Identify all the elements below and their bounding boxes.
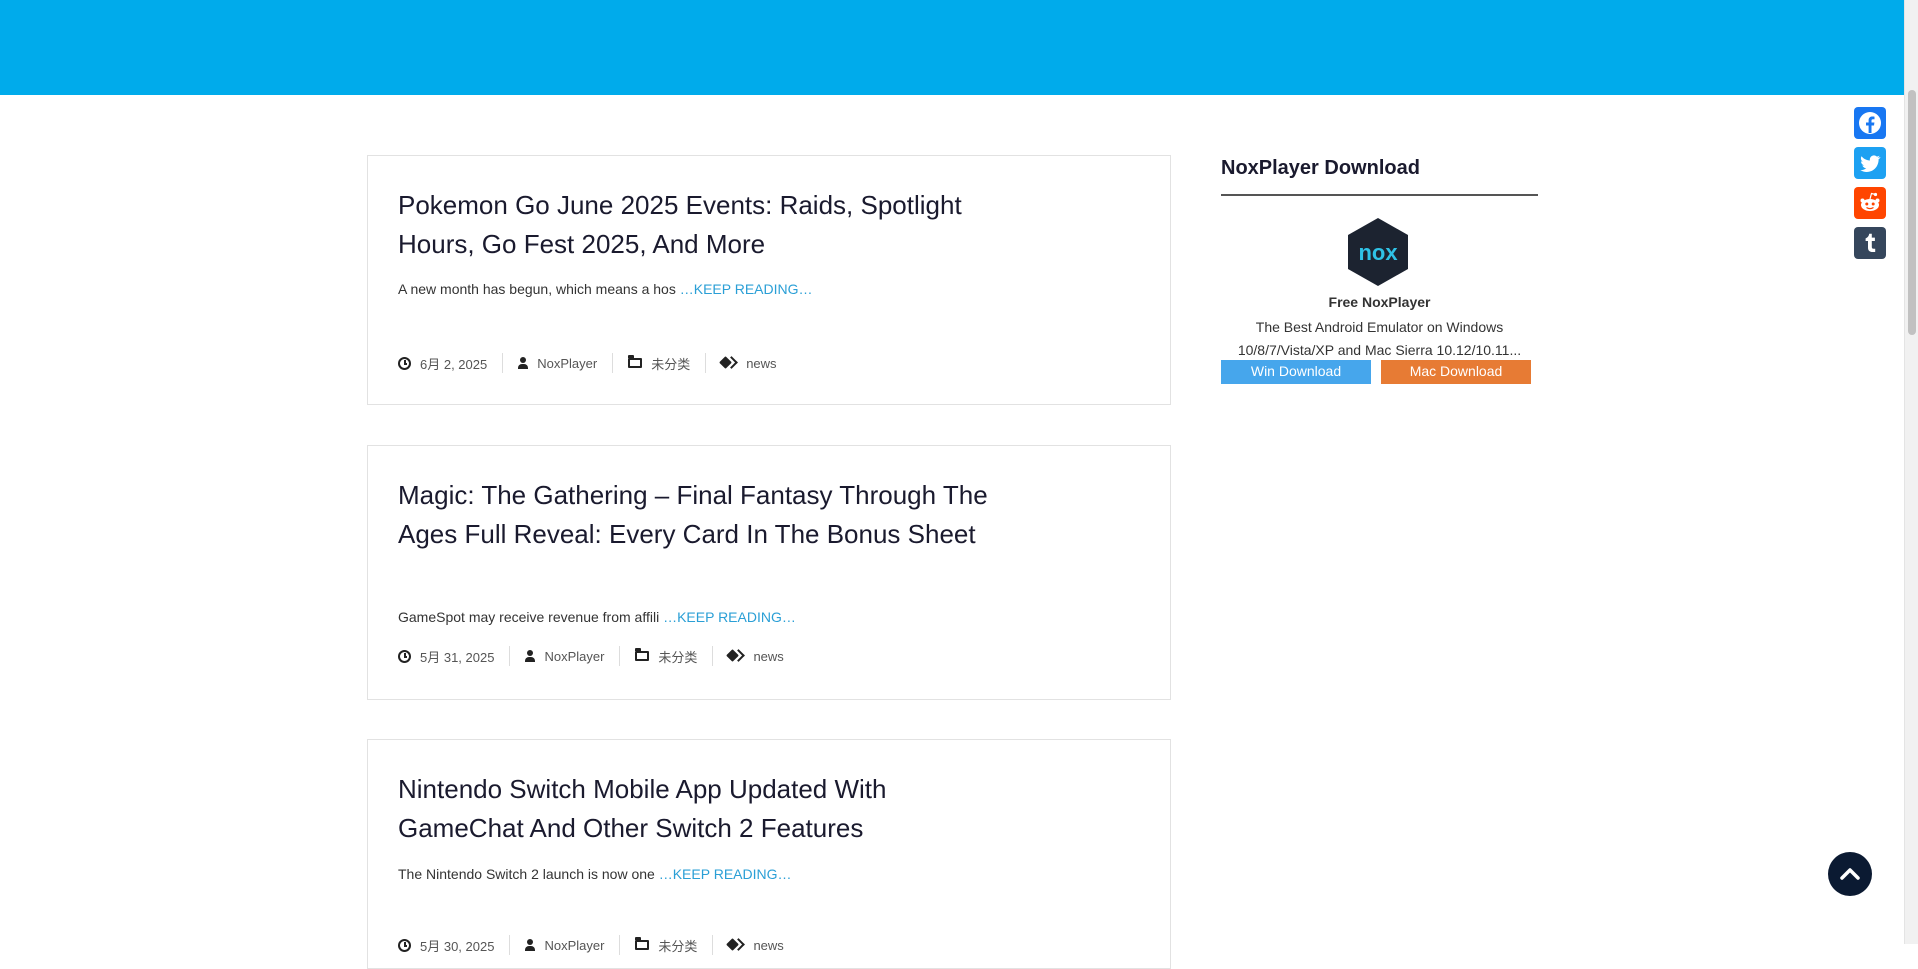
- category-text[interactable]: 未分类: [658, 936, 697, 955]
- tags-icon: [728, 939, 744, 951]
- excerpt-text: GameSpot may receive revenue from affili: [398, 609, 664, 625]
- site-header: [0, 0, 1904, 95]
- post-title[interactable]: Magic: The Gathering – Final Fantasy Thr…: [398, 476, 988, 554]
- post-date: 6月 2, 2025: [398, 353, 502, 373]
- excerpt-text: A new month has begun, which means a hos: [398, 281, 680, 297]
- post-meta: 5月 31, 2025 NoxPlayer 未分类 news: [398, 646, 799, 666]
- product-name: Free NoxPlayer: [1328, 294, 1431, 310]
- tags-icon: [721, 357, 737, 369]
- page-scrollbar[interactable]: [1904, 0, 1918, 944]
- reddit-icon: [1860, 192, 1880, 211]
- widget-divider: [1221, 194, 1538, 196]
- widget-title: NoxPlayer Download: [1221, 157, 1420, 179]
- clock-icon: [398, 649, 411, 663]
- back-to-top-button[interactable]: [1828, 852, 1872, 896]
- date-text: 5月 31, 2025: [420, 649, 495, 665]
- mac-download-button[interactable]: Mac Download: [1381, 360, 1531, 384]
- author-text[interactable]: NoxPlayer: [544, 649, 604, 664]
- author-text[interactable]: NoxPlayer: [544, 938, 604, 953]
- twitter-share-button[interactable]: [1854, 147, 1886, 179]
- clock-icon: [398, 356, 411, 370]
- post-card: Pokemon Go June 2025 Events: Raids, Spot…: [367, 155, 1171, 405]
- post-category[interactable]: 未分类: [619, 935, 712, 955]
- facebook-icon: [1859, 112, 1881, 134]
- win-download-button[interactable]: Win Download: [1221, 360, 1371, 384]
- keep-reading-link[interactable]: …KEEP READING…: [659, 866, 792, 882]
- post-title[interactable]: Pokemon Go June 2025 Events: Raids, Spot…: [398, 186, 988, 264]
- post-date: 5月 31, 2025: [398, 646, 509, 666]
- post-date: 5月 30, 2025: [398, 935, 509, 955]
- tumblr-icon: [1865, 233, 1876, 252]
- excerpt-text: The Nintendo Switch 2 launch is now one: [398, 866, 659, 882]
- nox-logo-text: nox: [1358, 240, 1398, 265]
- tags-icon: [728, 650, 744, 662]
- date-text: 6月 2, 2025: [420, 356, 488, 372]
- tag-text[interactable]: news: [746, 356, 776, 371]
- post-meta: 6月 2, 2025 NoxPlayer 未分类 news: [398, 353, 792, 373]
- folder-icon: [635, 648, 650, 661]
- post-title[interactable]: Nintendo Switch Mobile App Updated With …: [398, 770, 988, 848]
- clock-icon: [398, 938, 411, 952]
- user-icon: [525, 650, 536, 662]
- category-text[interactable]: 未分类: [658, 647, 697, 666]
- user-icon: [525, 939, 536, 951]
- category-text[interactable]: 未分类: [651, 354, 690, 373]
- nox-logo[interactable]: nox: [1345, 216, 1411, 288]
- date-text: 5月 30, 2025: [420, 938, 495, 954]
- tumblr-share-button[interactable]: [1854, 227, 1886, 259]
- scrollbar-thumb[interactable]: [1908, 90, 1916, 335]
- post-author[interactable]: NoxPlayer: [509, 646, 619, 666]
- post-excerpt: The Nintendo Switch 2 launch is now one …: [398, 866, 792, 882]
- post-category[interactable]: 未分类: [612, 353, 705, 373]
- post-category[interactable]: 未分类: [619, 646, 712, 666]
- post-meta: 5月 30, 2025 NoxPlayer 未分类 news: [398, 935, 799, 955]
- keep-reading-link[interactable]: …KEEP READING…: [663, 609, 796, 625]
- facebook-share-button[interactable]: [1854, 107, 1886, 139]
- post-author[interactable]: NoxPlayer: [509, 935, 619, 955]
- post-card: Magic: The Gathering – Final Fantasy Thr…: [367, 445, 1171, 700]
- user-icon: [518, 357, 529, 369]
- keep-reading-link[interactable]: …KEEP READING…: [680, 281, 813, 297]
- product-description: The Best Android Emulator on Windows 10/…: [1237, 319, 1522, 358]
- tag-text[interactable]: news: [753, 649, 783, 664]
- post-author[interactable]: NoxPlayer: [502, 353, 612, 373]
- post-excerpt: GameSpot may receive revenue from affili…: [398, 609, 796, 625]
- chevron-up-icon: [1840, 868, 1860, 880]
- reddit-share-button[interactable]: [1854, 187, 1886, 219]
- post-tags[interactable]: news: [705, 353, 791, 373]
- folder-icon: [635, 937, 650, 950]
- post-tags[interactable]: news: [712, 646, 798, 666]
- author-text[interactable]: NoxPlayer: [537, 356, 597, 371]
- folder-icon: [628, 355, 643, 368]
- post-card: Nintendo Switch Mobile App Updated With …: [367, 739, 1171, 969]
- tag-text[interactable]: news: [753, 938, 783, 953]
- post-tags[interactable]: news: [712, 935, 798, 955]
- post-excerpt: A new month has begun, which means a hos…: [398, 281, 813, 297]
- twitter-icon: [1860, 155, 1881, 172]
